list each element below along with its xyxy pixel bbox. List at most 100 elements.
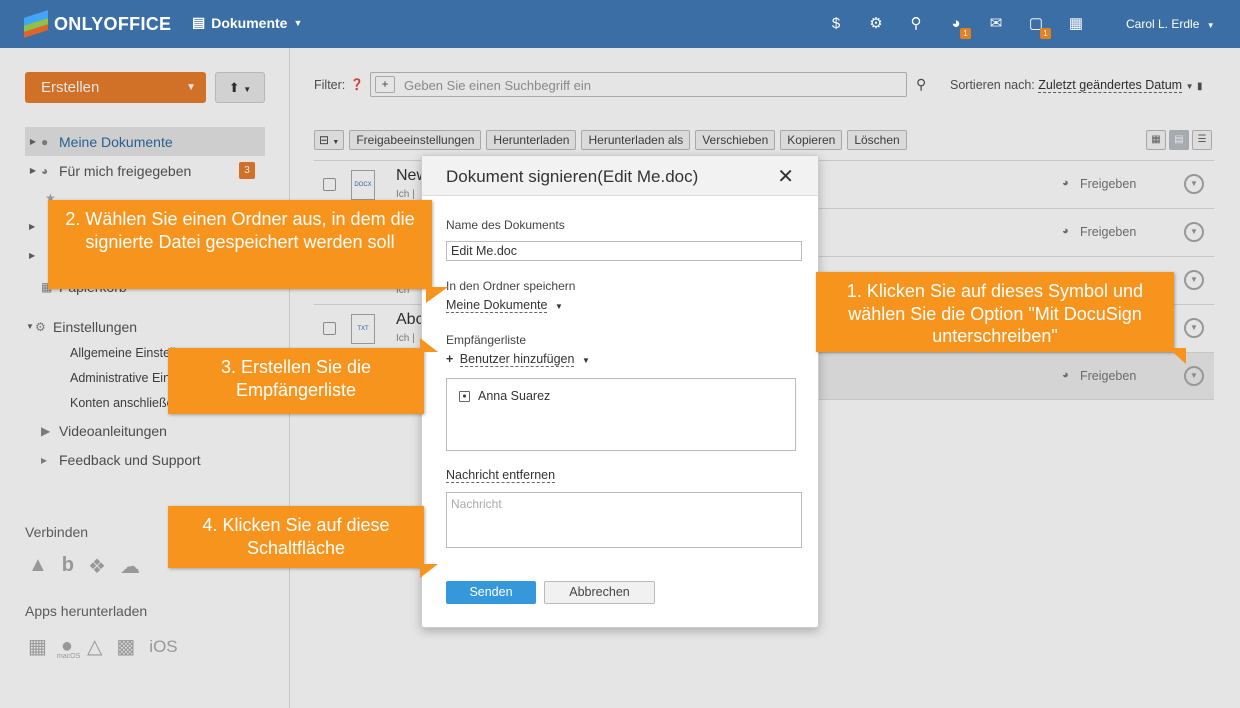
macos-icon[interactable]: ● macOS bbox=[57, 635, 80, 660]
sidebar-item-label: Meine Dokumente bbox=[59, 133, 173, 150]
macos-label: macOS bbox=[56, 653, 81, 660]
list-item[interactable]: ● Anna Suarez bbox=[459, 389, 550, 403]
dollar-icon[interactable]: $ bbox=[825, 13, 847, 35]
close-icon[interactable]: ✕ bbox=[777, 164, 794, 189]
chevron-down-icon: ▼ bbox=[243, 85, 252, 94]
top-bar: ONLYOFFICE ▤ Dokumente ▼ $ ⚙ ⚲ ◕ 1 ✉ ▢ 1 ▦… bbox=[0, 0, 1240, 48]
download-as-button[interactable]: Herunterladen als bbox=[581, 130, 691, 150]
share-link[interactable]: ◕ Freigeben bbox=[1062, 369, 1136, 383]
share-link[interactable]: ◕ Freigeben bbox=[1062, 177, 1136, 191]
share-settings-button[interactable]: Freigabeeinstellungen bbox=[349, 130, 482, 150]
share-icon: ◕ bbox=[1062, 225, 1069, 237]
file-checkbox[interactable] bbox=[323, 322, 336, 335]
file-checkbox[interactable] bbox=[323, 178, 336, 191]
add-user-label: Benutzer hinzufügen bbox=[459, 352, 575, 367]
callout-arrow bbox=[426, 287, 448, 303]
google-drive-icon[interactable]: ▲ bbox=[28, 554, 48, 579]
apps-title: Apps herunterladen bbox=[25, 603, 148, 619]
chevron-down-icon: ▼ bbox=[1185, 82, 1194, 91]
dropbox-icon[interactable]: ❖ bbox=[88, 554, 106, 579]
folder-dropdown[interactable]: Meine Dokumente ▼ bbox=[446, 298, 563, 313]
share-icon: ◕ bbox=[1062, 369, 1069, 381]
filter-label: Filter: bbox=[314, 78, 346, 92]
callout-text: 2. Wählen Sie einen Ordner aus, in dem d… bbox=[65, 209, 415, 252]
count-badge: 3 bbox=[239, 162, 255, 179]
create-button[interactable]: Erstellen ▼ bbox=[25, 72, 206, 103]
user-name: Carol L. Erdle bbox=[1126, 17, 1200, 31]
feed-icon[interactable]: ◕ 1 bbox=[945, 13, 971, 39]
module-switcher[interactable]: ▤ Dokumente ▼ bbox=[192, 14, 302, 31]
file-name[interactable]: Abc bbox=[396, 311, 424, 329]
expand-arrow-icon[interactable]: ▶ bbox=[25, 166, 41, 175]
add-filter-button[interactable]: + bbox=[375, 76, 395, 93]
compact-view-icon[interactable]: ▤ bbox=[1169, 130, 1189, 150]
dialog-title: Dokument signieren(Edit Me.doc) bbox=[446, 167, 699, 186]
user-menu[interactable]: Carol L. Erdle ▼ bbox=[1126, 17, 1215, 31]
callout-step-2: 2. Wählen Sie einen Ordner aus, in dem d… bbox=[48, 200, 448, 303]
file-actions-icon[interactable]: ▼ bbox=[1184, 222, 1204, 242]
box-icon[interactable]: b bbox=[62, 554, 74, 579]
sidebar-item-label: Einstellungen bbox=[53, 318, 138, 335]
sort-control[interactable]: Sortieren nach: Zuletzt geändertes Datum… bbox=[950, 78, 1203, 93]
search-icon[interactable]: ⚲ bbox=[905, 13, 927, 35]
sidebar-item-feedback[interactable]: ▸ Feedback und Support bbox=[25, 445, 265, 474]
ios-label[interactable]: iOS bbox=[149, 637, 177, 657]
help-icon[interactable]: ❓ bbox=[350, 78, 364, 91]
windows-icon[interactable]: ▦ bbox=[28, 634, 47, 659]
file-actions-icon[interactable]: ▼ bbox=[1184, 318, 1204, 338]
share-link[interactable]: ◕ Freigeben bbox=[1062, 225, 1137, 239]
sort-order-icon[interactable]: ▮ bbox=[1197, 81, 1203, 92]
download-button[interactable]: Herunterladen bbox=[486, 130, 577, 150]
select-all-checkbox[interactable]: ⊟ ▼ bbox=[314, 130, 345, 150]
sidebar-item-settings[interactable]: ▼ ⚙ Einstellungen bbox=[25, 312, 265, 341]
cancel-button[interactable]: Abbrechen bbox=[544, 581, 655, 604]
share-label: Freigeben bbox=[1080, 225, 1137, 239]
sidebar-item-label: Feedback und Support bbox=[59, 451, 201, 468]
onlyoffice-logo[interactable]: ONLYOFFICE bbox=[24, 10, 171, 38]
gear-icon[interactable]: ⚙ bbox=[865, 13, 887, 35]
recipient-name: Anna Suarez bbox=[478, 389, 551, 403]
add-user-dropdown[interactable]: + Benutzer hinzufügen ▼ bbox=[446, 352, 590, 367]
txt-file-icon: TXT bbox=[351, 314, 375, 344]
share-icon: ◕ bbox=[41, 163, 49, 178]
doc-name-input[interactable]: Edit Me.doc bbox=[446, 241, 802, 261]
file-actions-icon[interactable]: ▼ bbox=[1184, 366, 1204, 386]
sidebar-item-shared-with-me[interactable]: ▶ ◕ Für mich freigegeben 3 bbox=[25, 156, 265, 185]
expand-arrow-icon: ▶ bbox=[29, 222, 36, 231]
user-icon: ● bbox=[41, 134, 49, 149]
folder-label: In den Ordner speichern bbox=[446, 279, 576, 293]
sidebar-item-my-documents[interactable]: ▶ ● Meine Dokumente bbox=[25, 127, 265, 156]
calendar-icon[interactable]: ▦ bbox=[1065, 13, 1087, 35]
plus-icon: + bbox=[446, 352, 454, 366]
mail-icon[interactable]: ✉ bbox=[985, 13, 1007, 35]
move-button[interactable]: Verschieben bbox=[695, 130, 776, 150]
search-icon[interactable]: ⚲ bbox=[916, 76, 926, 93]
sidebar-item-label: Videoanleitungen bbox=[59, 422, 167, 439]
message-textarea[interactable]: Nachricht bbox=[446, 492, 802, 548]
android-icon[interactable]: ▩ bbox=[116, 634, 135, 659]
gear-icon: ⚙ bbox=[35, 319, 46, 334]
file-actions-icon[interactable]: ▼ bbox=[1184, 174, 1204, 194]
delete-button[interactable]: Löschen bbox=[847, 130, 907, 150]
chat-icon[interactable]: ▢ 1 bbox=[1025, 13, 1051, 39]
doc-name-label: Name des Dokuments bbox=[446, 218, 565, 232]
expand-arrow-icon[interactable]: ▶ bbox=[25, 137, 41, 146]
remove-message-link[interactable]: Nachricht entfernen bbox=[446, 468, 556, 483]
search-input[interactable]: + Geben Sie einen Suchbegriff ein bbox=[370, 72, 907, 97]
video-icon: ▶ bbox=[41, 423, 51, 438]
upload-button[interactable]: ⬆ ▼ bbox=[215, 72, 265, 103]
callout-text: 4. Klicken Sie auf diese Schaltfläche bbox=[202, 515, 390, 558]
thumbnail-view-icon[interactable]: ▦ bbox=[1146, 130, 1166, 150]
linux-icon[interactable]: △ bbox=[87, 634, 102, 659]
send-button[interactable]: Senden bbox=[446, 581, 536, 604]
collapse-arrow-icon[interactable]: ▼ bbox=[25, 322, 35, 331]
file-actions-icon[interactable]: ▼ bbox=[1184, 270, 1204, 290]
onedrive-icon[interactable]: ☁ bbox=[120, 554, 140, 579]
recipient-list[interactable]: ● Anna Suarez bbox=[446, 378, 796, 451]
sidebar-item-video-tutorials[interactable]: ▶ Videoanleitungen bbox=[25, 416, 265, 445]
file-meta: Ich | bbox=[396, 189, 415, 200]
copy-button[interactable]: Kopieren bbox=[780, 130, 843, 150]
sort-value[interactable]: Zuletzt geändertes Datum bbox=[1038, 78, 1183, 93]
create-label: Erstellen bbox=[41, 79, 100, 96]
list-view-icon[interactable]: ☰ bbox=[1192, 130, 1212, 150]
